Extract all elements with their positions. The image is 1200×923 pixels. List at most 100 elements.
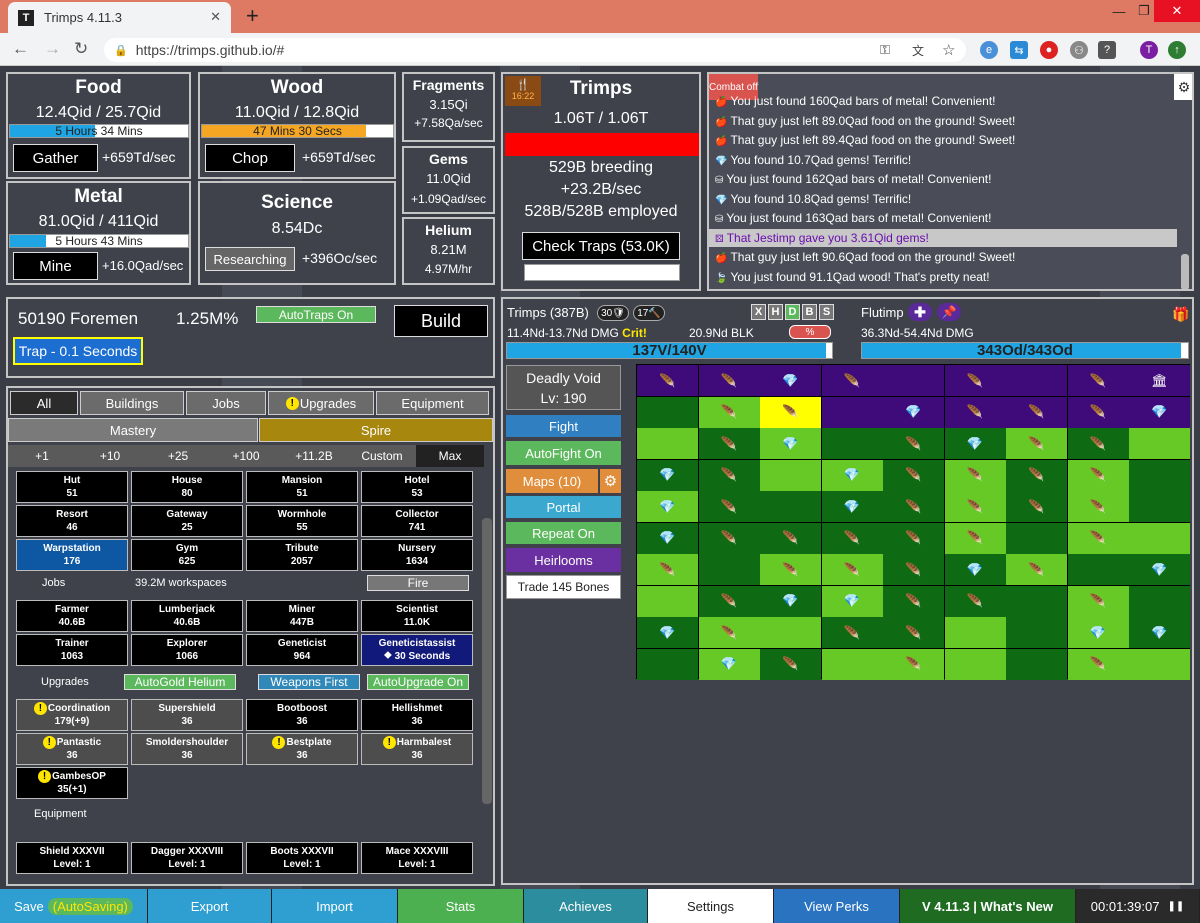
store-tab-upgrades[interactable]: ! Upgrades xyxy=(268,391,374,415)
map-cell[interactable]: 💎 xyxy=(821,585,883,617)
map-cell[interactable]: 🪶 xyxy=(821,522,883,554)
map-cell[interactable]: 🪶 xyxy=(1067,585,1129,617)
store-item-supershield[interactable]: Supershield 36 xyxy=(131,699,243,731)
buy-amount-option[interactable]: +1 xyxy=(8,445,76,467)
map-cell[interactable]: 💎 xyxy=(698,648,760,680)
store-item-smoldershoulder[interactable]: Smoldershoulder 36 xyxy=(131,733,243,765)
heirlooms-button[interactable]: Heirlooms xyxy=(506,548,621,572)
map-cell[interactable] xyxy=(1006,522,1067,554)
key-icon[interactable]: ⚿ xyxy=(880,42,890,58)
formation-d[interactable]: D xyxy=(785,304,800,320)
map-cell[interactable] xyxy=(1129,648,1190,680)
minimize-icon[interactable]: — xyxy=(1105,0,1133,22)
map-cell[interactable]: 🪶 xyxy=(760,522,821,554)
formation-s[interactable]: S xyxy=(819,304,834,320)
footer-export-button[interactable]: Export xyxy=(148,889,272,923)
store-item-lumberjack[interactable]: Lumberjack 40.6B xyxy=(131,600,243,632)
map-cell[interactable] xyxy=(944,617,1006,648)
map-cell[interactable]: 💎 xyxy=(821,459,883,491)
chop-button[interactable]: Chop xyxy=(205,144,295,172)
map-cell[interactable]: 🪶 xyxy=(944,522,1006,554)
map-cell[interactable]: 🪶 xyxy=(883,617,944,648)
map-cell[interactable] xyxy=(637,585,698,617)
maps-10--button[interactable]: Maps (10) xyxy=(506,469,598,493)
map-cell[interactable] xyxy=(821,648,883,680)
map-cell[interactable] xyxy=(698,554,760,585)
store-item-pantastic[interactable]: ! Pantastic 36 xyxy=(16,733,128,765)
store-item-mace-xxxviii[interactable]: Mace XXXVIII Level: 1 xyxy=(361,842,473,874)
buy-amount-option[interactable]: +100 xyxy=(212,445,280,467)
store-item-hellishmet[interactable]: Hellishmet 36 xyxy=(361,699,473,731)
map-cell[interactable]: 💎 xyxy=(760,365,821,396)
map-cell[interactable]: 🪶 xyxy=(883,522,944,554)
store-item-mansion[interactable]: Mansion 51 xyxy=(246,471,358,503)
store-item-coordination[interactable]: ! Coordination 179(+9) xyxy=(16,699,128,731)
store-item-bestplate[interactable]: ! Bestplate 36 xyxy=(246,733,358,765)
store-scrollbar[interactable] xyxy=(482,518,492,804)
upgrade-toggle[interactable]: Weapons First xyxy=(258,674,360,690)
map-cell[interactable] xyxy=(1129,491,1190,522)
map-cell[interactable]: 🪶 xyxy=(1067,522,1129,554)
translate-icon[interactable]: 文 xyxy=(912,42,924,59)
map-cell[interactable]: 🪶 xyxy=(944,459,1006,491)
footer-view-perks-button[interactable]: View Perks xyxy=(774,889,900,923)
map-cell[interactable]: 💎 xyxy=(637,491,698,522)
map-cell[interactable]: 🪶 xyxy=(1067,428,1129,459)
map-cell[interactable]: 💎 xyxy=(760,585,821,617)
map-cell[interactable]: 🪶 xyxy=(883,491,944,522)
map-cell[interactable] xyxy=(760,617,821,648)
map-cell[interactable]: 🪶 xyxy=(821,554,883,585)
map-cell[interactable]: 💎 xyxy=(1129,554,1190,585)
tab-close-icon[interactable]: ✕ xyxy=(210,9,221,25)
store-tab-all[interactable]: All xyxy=(10,391,78,415)
footer-import-button[interactable]: Import xyxy=(272,889,398,923)
map-cell[interactable] xyxy=(1129,428,1190,459)
map-cell[interactable] xyxy=(1129,459,1190,491)
maps-settings-gear-icon[interactable]: ⚙ xyxy=(600,469,621,493)
store-item-hotel[interactable]: Hotel 53 xyxy=(361,471,473,503)
map-cell[interactable]: 💎 xyxy=(637,459,698,491)
store-item-resort[interactable]: Resort 46 xyxy=(16,505,128,537)
map-cell[interactable]: 🪶 xyxy=(1006,554,1067,585)
buy-amount-option[interactable]: +11.2B xyxy=(280,445,348,467)
store-tab-buildings[interactable]: Buildings xyxy=(80,391,184,415)
store-item-collector[interactable]: Collector 741 xyxy=(361,505,473,537)
footer-settings-button[interactable]: Settings xyxy=(648,889,774,923)
pause-icon[interactable]: ❚❚ xyxy=(1167,901,1184,912)
autotraps-toggle[interactable]: AutoTraps On xyxy=(256,306,376,323)
store-item-shield-xxxvii[interactable]: Shield XXXVII Level: 1 xyxy=(16,842,128,874)
url-bar[interactable]: 🔒 https://trimps.github.io/# ⚿ 文 ☆ xyxy=(104,38,966,62)
store-tab-jobs[interactable]: Jobs xyxy=(186,391,266,415)
bookmark-star-icon[interactable]: ☆ xyxy=(942,41,955,59)
map-cell[interactable]: 💎 xyxy=(883,396,944,428)
browser-tab[interactable]: T Trimps 4.11.3 ✕ xyxy=(8,2,231,33)
map-cell[interactable]: 💎 xyxy=(1067,617,1129,648)
gather-button[interactable]: Gather xyxy=(13,144,98,172)
formation-x[interactable]: X xyxy=(751,304,766,320)
store-tab-mastery[interactable]: Mastery xyxy=(8,418,258,442)
footer-save-button[interactable]: Save (AutoSaving) xyxy=(0,889,148,923)
map-cell[interactable]: 🪶 xyxy=(883,648,944,680)
map-cell[interactable]: 🪶 xyxy=(821,617,883,648)
map-cell[interactable]: 🪶 xyxy=(698,396,760,428)
map-cell[interactable]: 🪶 xyxy=(698,365,760,396)
trade-145-bones-button[interactable]: Trade 145 Bones xyxy=(506,575,621,599)
store-item-gambesop[interactable]: ! GambesOP 35(+1) xyxy=(16,767,128,799)
map-cell[interactable]: 💎 xyxy=(760,428,821,459)
new-tab-button[interactable]: + xyxy=(246,3,259,29)
upgrade-toggle[interactable]: AutoUpgrade On xyxy=(367,674,469,690)
store-item-geneticist[interactable]: Geneticist 964 xyxy=(246,634,358,666)
map-cell[interactable] xyxy=(1129,585,1190,617)
store-item-farmer[interactable]: Farmer 40.6B xyxy=(16,600,128,632)
store-item-geneticistassist[interactable]: Geneticistassist ⯁ 30 Seconds xyxy=(361,634,473,666)
map-cell[interactable]: 🪶 xyxy=(1006,396,1067,428)
trap-queue-item[interactable]: Trap - 0.1 Seconds xyxy=(13,337,143,365)
repeat-on-button[interactable]: Repeat On xyxy=(506,522,621,544)
mine-button[interactable]: Mine xyxy=(13,252,98,280)
gift-icon[interactable]: 🎁 xyxy=(1171,305,1191,323)
help-extension-icon[interactable]: ? xyxy=(1098,41,1116,59)
profile-avatar[interactable]: T xyxy=(1140,41,1158,59)
percent-icon[interactable]: % xyxy=(789,325,831,339)
fight-button[interactable]: Fight xyxy=(506,415,621,437)
store-item-miner[interactable]: Miner 447B xyxy=(246,600,358,632)
